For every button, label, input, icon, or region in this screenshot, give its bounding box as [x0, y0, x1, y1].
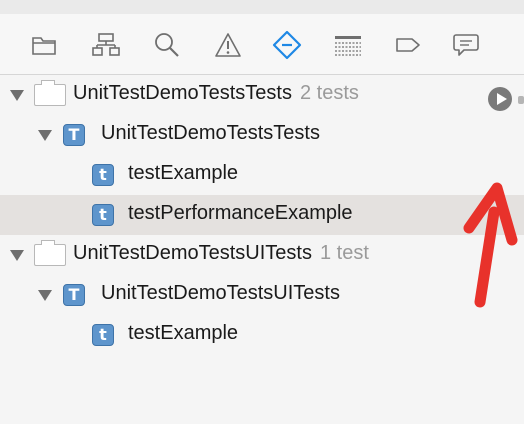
window-top-strip	[0, 0, 524, 14]
tree-row-bundle[interactable]: UnitTestDemoTestsTests 2 tests	[0, 75, 524, 115]
warning-icon	[215, 33, 241, 57]
test-bundle-icon	[34, 80, 66, 106]
tree-row-label: UnitTestDemoTestsUITests 1 test	[73, 242, 369, 264]
test-method-icon: t	[92, 204, 114, 226]
test-navigator-button[interactable]	[272, 30, 302, 60]
tree-row-label: UnitTestDemoTestsUITests	[101, 282, 340, 304]
tree-row-label: testExample	[128, 322, 239, 344]
find-navigator-button[interactable]	[152, 30, 182, 60]
debug-navigator-button[interactable]	[333, 30, 363, 60]
search-icon	[155, 33, 179, 57]
hierarchy-icon	[92, 33, 120, 56]
tree-row-label: testExample	[128, 162, 239, 184]
tree-row-label: UnitTestDemoTestsTests 2 tests	[73, 82, 359, 104]
breakpoint-tag-icon	[396, 38, 420, 52]
report-navigator-button[interactable]	[451, 30, 481, 60]
test-method-icon: t	[92, 324, 114, 346]
tree-row-label: testPerformanceExample	[128, 202, 353, 224]
tree-row-bundle[interactable]: UnitTestDemoTestsUITests 1 test	[0, 235, 524, 275]
test-navigator-tree: UnitTestDemoTestsTests 2 tests T UnitTest…	[0, 75, 524, 424]
disclosure-triangle-icon[interactable]	[38, 128, 52, 142]
disclosure-triangle-icon[interactable]	[38, 288, 52, 302]
tree-row-test[interactable]: t testExample	[0, 315, 524, 355]
navigator-toolbar	[0, 14, 524, 75]
tree-row-class[interactable]: T UnitTestDemoTestsTests	[0, 115, 524, 155]
test-method-icon: t	[92, 164, 114, 186]
test-count: 2 tests	[299, 82, 359, 104]
test-diamond-icon	[272, 30, 302, 60]
test-class-icon: T	[63, 124, 85, 146]
breakpoint-navigator-button[interactable]	[393, 30, 423, 60]
panel-edge-handle	[518, 96, 524, 104]
issue-navigator-button[interactable]	[213, 30, 243, 60]
symbol-navigator-button[interactable]	[91, 30, 121, 60]
speech-bubble-icon	[453, 34, 479, 56]
tree-row-test[interactable]: t testExample	[0, 155, 524, 195]
test-count: 1 test	[319, 242, 369, 264]
tree-row-class[interactable]: T UnitTestDemoTestsUITests	[0, 275, 524, 315]
folder-icon	[32, 37, 56, 55]
test-class-icon: T	[63, 284, 85, 306]
tree-row-test-selected[interactable]: t testPerformanceExample	[0, 195, 524, 235]
tree-row-label: UnitTestDemoTestsTests	[101, 122, 320, 144]
project-navigator-button[interactable]	[29, 30, 59, 60]
disclosure-triangle-icon[interactable]	[10, 248, 24, 262]
list-icon	[335, 36, 361, 56]
run-test-button[interactable]	[488, 87, 512, 111]
disclosure-triangle-icon[interactable]	[10, 88, 24, 102]
test-bundle-icon	[34, 240, 66, 266]
